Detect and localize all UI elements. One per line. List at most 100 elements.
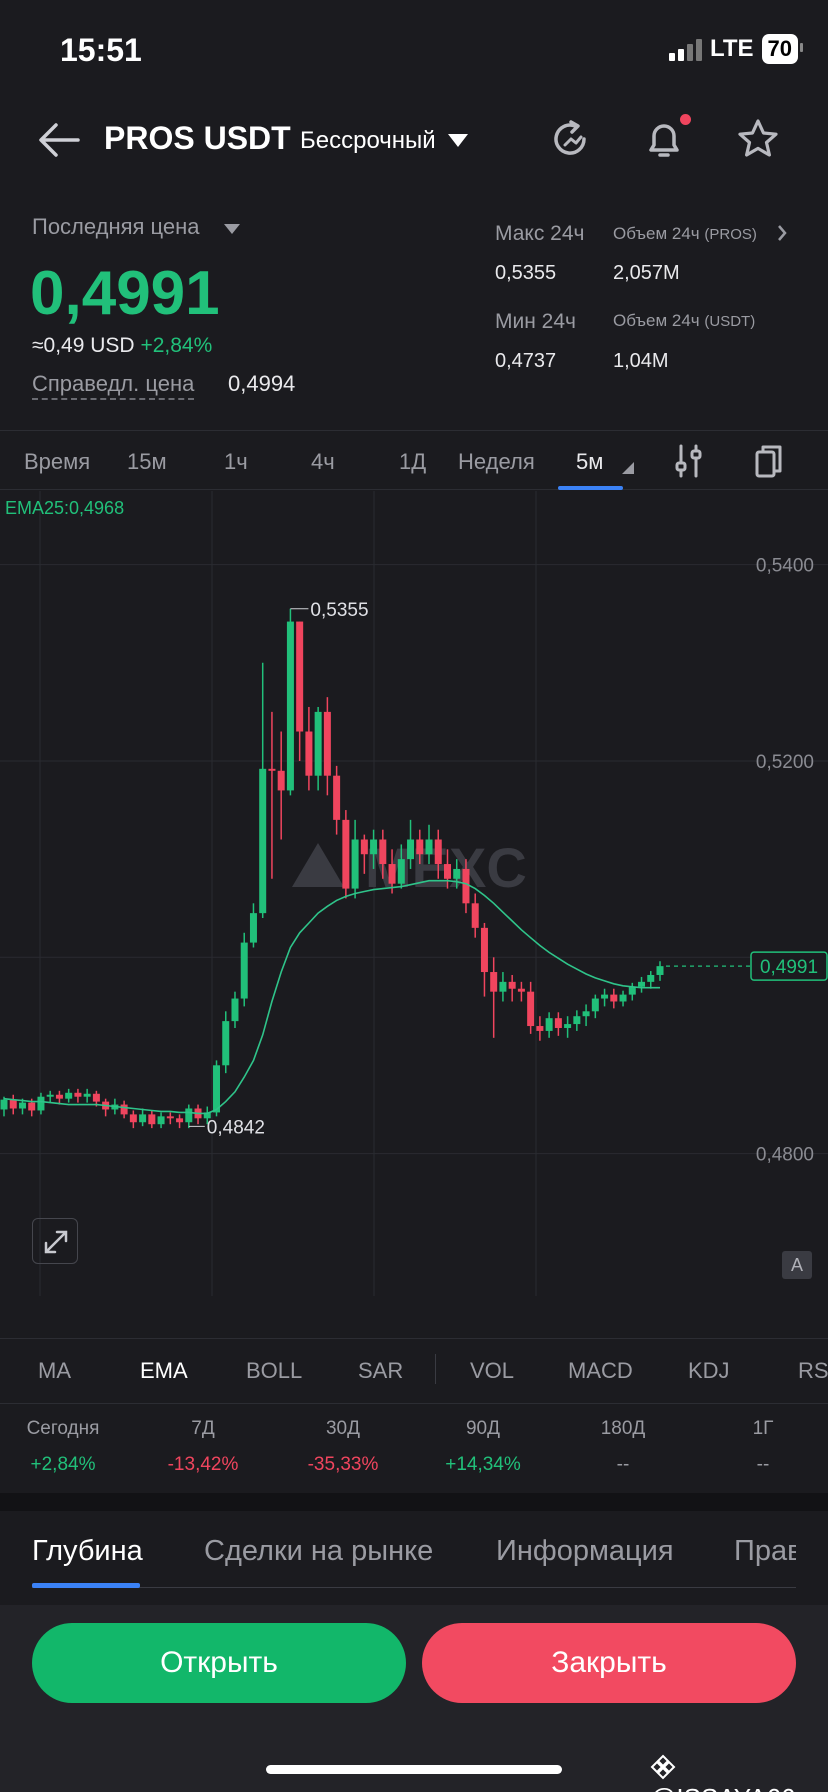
candle-body [240, 942, 248, 999]
star-icon[interactable] [736, 118, 780, 160]
bell-icon[interactable] [644, 118, 686, 162]
tab-depth[interactable]: Глубина [32, 1535, 143, 1568]
status-indicators: LTE 70 [668, 34, 804, 64]
tab-rules[interactable]: Прав [734, 1535, 796, 1568]
candle-body [139, 1114, 147, 1123]
ind-macd[interactable]: MACD [568, 1358, 633, 1384]
battery-icon: 70 [761, 34, 804, 64]
candle-body [249, 913, 257, 943]
last-price-label[interactable]: Последняя цена [32, 214, 200, 240]
low-24h-value: 0,4737 [495, 350, 557, 372]
status-time: 15:51 [60, 32, 142, 68]
pair-title[interactable]: PROS USDT [104, 120, 291, 157]
candle-body [120, 1104, 128, 1115]
candle-body [74, 1092, 82, 1097]
ind-ma[interactable]: MA [38, 1358, 71, 1384]
candle-body [407, 839, 415, 860]
price-change: +2,84% [140, 334, 213, 357]
binance-logo-icon [650, 1754, 676, 1780]
candle-body [443, 864, 451, 879]
close-button[interactable]: Закрыть [422, 1623, 796, 1703]
pair-dropdown-icon[interactable] [448, 134, 468, 147]
candle-body [462, 868, 470, 904]
tf-1d[interactable]: 1Д [399, 449, 426, 475]
candle-body [333, 775, 341, 820]
vol-quote-label: Объем 24ч (USDT) [613, 311, 756, 330]
vol-base-label[interactable]: Объем 24ч (PROS) [613, 224, 757, 244]
timeframe-more-icon[interactable] [622, 462, 634, 474]
approx-currency: USD [90, 334, 135, 357]
tab-info[interactable]: Информация [496, 1535, 674, 1568]
home-indicator[interactable] [266, 1765, 562, 1774]
candle-body [213, 1065, 221, 1113]
low-24h-label: Мин 24ч [495, 310, 576, 333]
high-marker-label: 0,5355 [310, 600, 368, 621]
open-button[interactable]: Открыть [32, 1623, 406, 1703]
ind-rsi[interactable]: RS [798, 1358, 828, 1384]
perf-label-30d: 30Д [325, 1418, 360, 1439]
approx-price-row: ≈0,49 USD +2,84% [32, 334, 212, 358]
ind-ema[interactable]: EMA [140, 1358, 188, 1384]
candle-body [296, 621, 304, 732]
candle-body [480, 927, 488, 973]
candle-body [277, 770, 285, 791]
perf-label-90d: 90Д [465, 1418, 500, 1439]
tabs-baseline [32, 1587, 796, 1588]
candle-body [305, 731, 313, 776]
copy-layout-icon[interactable] [754, 443, 784, 479]
approx-price: ≈0,49 [32, 334, 85, 357]
candle-body [656, 966, 664, 975]
tf-4h[interactable]: 4ч [311, 449, 335, 475]
perf-label-180d: 180Д [600, 1418, 646, 1439]
candle-body [231, 998, 239, 1022]
candle-body [55, 1094, 63, 1099]
contract-type[interactable]: Бессрочный [300, 127, 436, 155]
chart-settings-icon[interactable] [674, 443, 704, 479]
candle-body [286, 621, 294, 791]
tf-15m[interactable]: 15м [127, 449, 167, 475]
candle-body [416, 839, 424, 855]
candle-body [610, 994, 618, 1002]
auto-scale-button[interactable]: A [782, 1251, 812, 1279]
fair-price: 0,4994 [228, 371, 296, 396]
candle-body [517, 988, 525, 992]
vol-base-value: 2,057M [613, 262, 680, 284]
tf-5m[interactable]: 5м [576, 449, 603, 475]
candle-body [360, 839, 368, 855]
fullscreen-button[interactable] [32, 1218, 78, 1264]
back-arrow-icon[interactable] [38, 122, 80, 158]
ind-boll[interactable]: BOLL [246, 1358, 302, 1384]
candle-body [388, 864, 396, 884]
perf-value-30d: -35,33% [307, 1454, 379, 1475]
chevron-right-icon[interactable] [776, 224, 788, 242]
tf-week[interactable]: Неделя [458, 449, 535, 475]
ema-indicator-label: EMA25:0,4968 [5, 498, 125, 518]
refresh-icon[interactable] [551, 118, 591, 160]
perf-label-7d: 7Д [191, 1418, 215, 1439]
perf-label-1y: 1Г [752, 1418, 774, 1439]
ind-sar[interactable]: SAR [358, 1358, 403, 1384]
tab-market-trades[interactable]: Сделки на рынке [204, 1535, 433, 1568]
ema-line [3, 879, 660, 1115]
price-chart[interactable]: MEXC0,54000,52000,480001-12 10:4501-12 1… [0, 491, 828, 1296]
candle-body [259, 768, 267, 914]
candle-body [83, 1093, 91, 1097]
last-price-dropdown-icon[interactable] [224, 224, 240, 234]
tf-active-underline [558, 486, 623, 490]
candle-body [554, 1018, 562, 1028]
vol-quote-value: 1,04M [613, 350, 669, 372]
candle-body [351, 839, 359, 889]
tf-1h[interactable]: 1ч [224, 449, 248, 475]
candle-body [434, 839, 442, 865]
candle-body [370, 839, 378, 855]
user-watermark: @ISSAYA66 [650, 1752, 828, 1792]
ind-vol[interactable]: VOL [470, 1358, 514, 1384]
section-divider [0, 1493, 828, 1511]
candle-body [425, 839, 433, 855]
perf-value-180d: -- [616, 1454, 630, 1475]
ind-kdj[interactable]: KDJ [688, 1358, 730, 1384]
candle-body [92, 1093, 100, 1102]
tf-time[interactable]: Время [24, 449, 90, 475]
tab-active-underline [32, 1583, 140, 1588]
fair-price-label[interactable]: Справедл. цена [32, 371, 195, 400]
